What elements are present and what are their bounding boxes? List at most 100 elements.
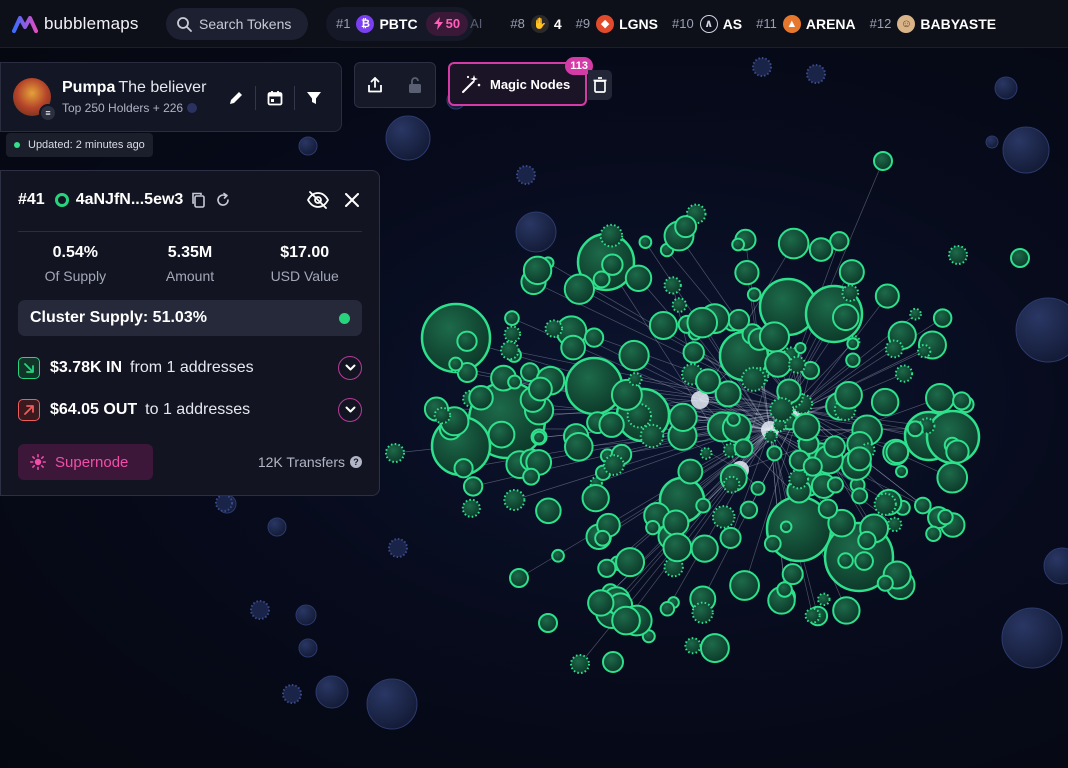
holder-bubble[interactable] xyxy=(895,464,909,479)
holder-bubble[interactable] xyxy=(917,344,932,359)
holder-bubble[interactable] xyxy=(544,319,564,338)
holder-bubble[interactable] xyxy=(746,287,762,302)
holder-bubble[interactable] xyxy=(932,308,953,328)
holder-bubble[interactable] xyxy=(564,356,624,416)
holder-bubble[interactable] xyxy=(433,406,452,425)
holder-bubble[interactable] xyxy=(448,356,464,372)
holder-bubble[interactable] xyxy=(639,423,665,449)
holder-bubble[interactable] xyxy=(527,376,553,402)
holder-bubble[interactable] xyxy=(734,259,760,286)
holder-bubble[interactable] xyxy=(645,520,661,536)
holder-bubble[interactable] xyxy=(587,589,615,617)
trending-item[interactable]: #8 ✋ 4 xyxy=(510,14,562,33)
holder-bubble[interactable] xyxy=(719,526,742,549)
holder-bubble[interactable] xyxy=(628,372,643,387)
holder-bubble[interactable] xyxy=(532,430,546,445)
holder-bubble[interactable] xyxy=(769,397,795,423)
holder-bubble[interactable] xyxy=(722,475,741,494)
holder-bubble[interactable] xyxy=(937,508,954,526)
holder-bubble[interactable] xyxy=(841,284,860,302)
holder-bubble[interactable] xyxy=(884,339,904,359)
holder-bubble[interactable] xyxy=(638,235,653,250)
holder-bubble[interactable] xyxy=(885,440,910,464)
holder-bubble[interactable] xyxy=(503,325,522,343)
logo[interactable]: bubblemaps xyxy=(12,14,162,34)
holder-bubble[interactable] xyxy=(461,498,481,518)
holder-bubble[interactable] xyxy=(682,341,705,364)
inactive-bubble[interactable] xyxy=(366,678,418,730)
holder-bubble[interactable] xyxy=(563,431,594,462)
holder-bubble[interactable] xyxy=(831,303,860,332)
holder-bubble[interactable] xyxy=(802,456,823,477)
holder-bubble[interactable] xyxy=(808,237,834,262)
holder-bubble[interactable] xyxy=(733,438,754,459)
holder-bubble[interactable] xyxy=(777,227,810,260)
cluster-supply-bar[interactable]: Cluster Supply: 51.03% xyxy=(18,300,362,336)
holder-bubble[interactable] xyxy=(671,297,688,313)
holder-bubble[interactable] xyxy=(731,237,745,252)
supernode-button[interactable]: Supernode xyxy=(18,444,153,480)
holder-bubble[interactable] xyxy=(945,439,970,464)
outflow-row[interactable]: $64.05 OUT to 1 addresses xyxy=(18,397,362,423)
holder-bubble[interactable] xyxy=(570,654,590,674)
holder-bubble[interactable] xyxy=(695,497,711,514)
holder-bubble[interactable] xyxy=(817,592,831,607)
holder-bubble[interactable] xyxy=(686,306,719,339)
holder-bubble[interactable] xyxy=(615,547,646,578)
inactive-bubble[interactable] xyxy=(385,115,431,161)
holder-bubble[interactable] xyxy=(551,548,565,563)
holder-bubble[interactable] xyxy=(594,529,611,547)
inactive-bubble[interactable] xyxy=(215,494,233,512)
holder-bubble[interactable] xyxy=(909,307,922,321)
inactive-bubble[interactable] xyxy=(298,136,318,156)
inactive-bubble[interactable] xyxy=(315,675,349,709)
magic-nodes-button[interactable]: Magic Nodes 113 xyxy=(448,57,593,106)
holder-bubble[interactable] xyxy=(597,558,617,578)
filter-button[interactable] xyxy=(301,85,327,111)
holder-bubble[interactable] xyxy=(468,384,494,411)
holder-bubble[interactable] xyxy=(776,581,793,598)
holder-bubble[interactable] xyxy=(854,551,874,571)
holder-bubble[interactable] xyxy=(826,476,844,494)
holder-bubble[interactable] xyxy=(740,366,767,392)
holder-bubble[interactable] xyxy=(711,505,736,529)
holder-bubble[interactable] xyxy=(925,525,942,542)
inactive-bubble[interactable] xyxy=(985,135,999,149)
inactive-bubble[interactable] xyxy=(250,600,270,620)
holder-bubble[interactable] xyxy=(690,534,719,563)
holder-bubble[interactable] xyxy=(823,435,846,459)
holder-bubble[interactable] xyxy=(758,321,790,353)
holder-bubble[interactable] xyxy=(1010,248,1030,268)
holder-bubble[interactable] xyxy=(804,607,821,624)
holder-bubble[interactable] xyxy=(522,467,541,486)
inactive-bubble[interactable] xyxy=(282,684,302,704)
holder-bubble[interactable] xyxy=(925,383,955,413)
holder-bubble[interactable] xyxy=(453,458,474,479)
inactive-bubble[interactable] xyxy=(1001,607,1063,669)
trending-item[interactable]: #10 ∧ AS xyxy=(672,14,742,33)
holder-bubble[interactable] xyxy=(538,613,558,633)
holder-bubble[interactable] xyxy=(648,310,678,340)
inactive-bubble[interactable] xyxy=(516,165,536,185)
holder-bubble[interactable] xyxy=(503,488,526,512)
inactive-bubble[interactable] xyxy=(295,604,317,626)
holder-bubble[interactable] xyxy=(674,215,698,239)
holder-bubble[interactable] xyxy=(507,374,523,390)
inactive-bubble[interactable] xyxy=(1002,126,1050,174)
holder-bubble[interactable] xyxy=(599,223,624,248)
boost-badge[interactable]: 50 xyxy=(425,11,469,36)
holder-bubble[interactable] xyxy=(504,310,520,326)
holder-bubble[interactable] xyxy=(834,380,863,410)
holder-bubble[interactable] xyxy=(846,337,860,351)
inflow-row[interactable]: $3.78K IN from 1 addresses xyxy=(18,355,362,381)
holder-bubble[interactable] xyxy=(906,420,924,438)
holder-bubble[interactable] xyxy=(781,563,804,586)
holder-bubble[interactable] xyxy=(385,443,405,463)
holder-bubble[interactable] xyxy=(894,364,914,383)
lock-button[interactable] xyxy=(395,63,435,107)
holder-bubble[interactable] xyxy=(699,633,730,664)
holder-bubble[interactable] xyxy=(886,516,903,533)
inactive-bubble[interactable] xyxy=(994,76,1018,100)
holder-address[interactable]: 4aNJfN...5ew3 xyxy=(76,191,184,209)
trending-item[interactable]: #12 ☺ BABYASTE xyxy=(870,14,996,33)
